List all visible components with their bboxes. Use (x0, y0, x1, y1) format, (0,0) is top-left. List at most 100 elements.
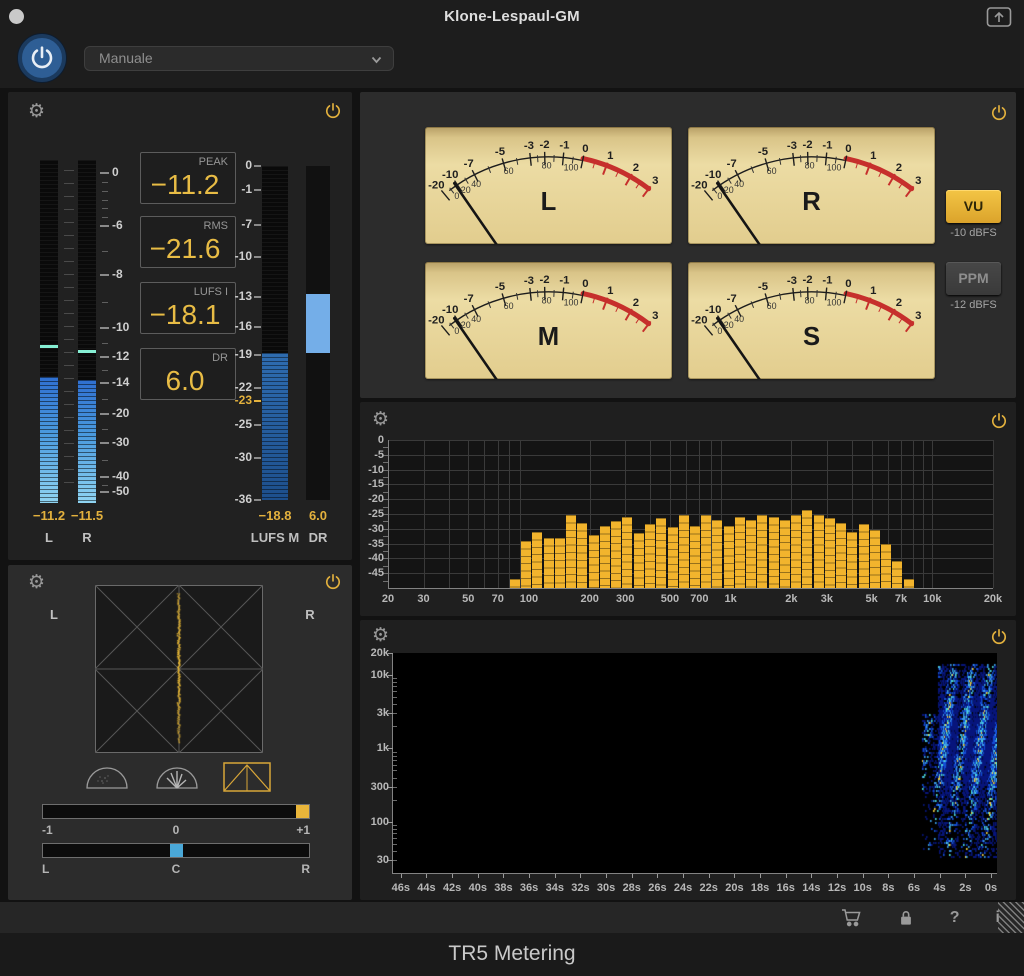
spectrogram-image (393, 653, 997, 873)
x-axis (392, 873, 997, 874)
gear-icon[interactable]: ⚙ (28, 573, 45, 592)
spectrum-bar (757, 515, 768, 588)
x-tick-label: 200 (580, 593, 599, 605)
x-tick (606, 874, 608, 878)
peak-hold-line (40, 345, 58, 349)
meter-segment-tick (64, 430, 74, 431)
svg-text:40: 40 (471, 314, 481, 324)
x-tick (554, 874, 556, 878)
section-power-icon[interactable] (990, 412, 1008, 430)
chevron-down-icon (370, 53, 383, 66)
meter-segment-tick (64, 170, 74, 171)
lufs-scale-tick (254, 400, 261, 402)
svg-text:60: 60 (504, 301, 514, 311)
x-tick (400, 874, 402, 878)
preset-dropdown[interactable]: Manuale (84, 46, 394, 71)
x-tick (708, 874, 710, 878)
gear-icon[interactable]: ⚙ (372, 626, 389, 645)
x-tick-label: 1k (724, 593, 737, 605)
spectrum-bar (532, 531, 543, 588)
goniometer-panel: ⚙ L R -1 0 +1 L C R (8, 565, 352, 900)
svg-text:-2: -2 (802, 274, 812, 286)
help-icon[interactable]: ? (950, 909, 960, 927)
spectrum-bar (813, 515, 824, 588)
svg-text:-1: -1 (559, 275, 569, 287)
gonio-left-label: L (50, 607, 58, 622)
meter-segment-tick (64, 300, 74, 301)
x-tick-label: 300 (615, 593, 635, 605)
grid-v (993, 440, 994, 588)
lufs-scale-tick (254, 256, 261, 258)
mode-button-vu[interactable]: VU (946, 190, 1001, 223)
svg-text:-2: -2 (539, 274, 549, 286)
balance-meter (42, 843, 310, 858)
mode-button-ppm[interactable]: PPM (946, 262, 1001, 295)
svg-text:-5: -5 (758, 281, 768, 293)
resize-handle[interactable] (998, 902, 1024, 933)
svg-text:3: 3 (652, 175, 658, 187)
svg-text:100: 100 (827, 297, 842, 307)
lufs-scale-label: -7 (241, 217, 252, 231)
vectorscope-box-mode[interactable] (223, 759, 271, 795)
level-meter-panel: ⚙ 0 -6 -8 -10 -12 -14 -20 -30 -40 -50 −11.2 L −11.5 R P… (8, 92, 352, 560)
x-tick (914, 874, 916, 878)
x-tick (760, 874, 762, 878)
lufs-scale-tick (254, 224, 261, 226)
cart-icon[interactable] (841, 908, 862, 927)
section-power-icon[interactable] (324, 102, 342, 120)
x-tick-label: 2k (785, 593, 798, 605)
svg-text:80: 80 (542, 296, 552, 306)
lufs-label: LUFS M (250, 530, 300, 545)
svg-text:-20: -20 (691, 179, 707, 191)
meter-segment-tick (64, 261, 74, 262)
vu-meter-M: -20 -10 -7 -5 -3 -2 -1 0 1 2 3 0 20 40 60 80 100 M (425, 262, 672, 379)
meter-fill (40, 376, 58, 503)
spectrum-bar (768, 516, 779, 588)
scale-label: -40 (112, 469, 130, 483)
meter-segment-tick (64, 378, 74, 379)
meter-channel-label: R (82, 530, 92, 545)
gear-icon[interactable]: ⚙ (28, 102, 45, 121)
spectrum-bar (847, 531, 858, 588)
window-title: Klone-Lespaul-GM (444, 8, 580, 25)
lufs-scale-label: -23 (234, 393, 252, 407)
svg-text:-20: -20 (691, 314, 707, 326)
svg-text:-2: -2 (802, 139, 812, 151)
scale-minor-tick (102, 190, 108, 192)
lock-icon[interactable] (898, 909, 914, 927)
svg-text:0: 0 (454, 191, 459, 201)
section-power-icon[interactable] (990, 628, 1008, 646)
pop-out-window-icon[interactable] (986, 6, 1012, 28)
lufs-value: −18.8 (258, 508, 292, 523)
balance-indicator (170, 844, 183, 857)
svg-text:2: 2 (896, 297, 902, 309)
spectrum-bar (746, 519, 757, 588)
x-tick (811, 874, 813, 878)
y-tick-label: -30 (368, 522, 384, 535)
gear-icon[interactable]: ⚙ (372, 410, 389, 429)
scale-minor-tick (102, 208, 108, 210)
polar-dots-mode[interactable] (83, 759, 131, 795)
spectrum-bar (824, 518, 835, 588)
power-icon (31, 46, 53, 69)
spectrum-bar (881, 543, 892, 588)
spectrum-bar (734, 516, 745, 588)
master-power-button[interactable] (18, 34, 66, 82)
spectrum-bar (588, 534, 599, 588)
polar-rays-mode[interactable] (153, 759, 201, 795)
svg-text:-10: -10 (442, 304, 458, 316)
lufs-meter-bar (262, 166, 288, 500)
section-power-icon[interactable] (324, 573, 342, 591)
lufs-fill (262, 353, 288, 500)
spectrum-bar (633, 533, 644, 588)
svg-text:100: 100 (564, 297, 579, 307)
section-power-icon[interactable] (990, 104, 1008, 122)
scale-tick (100, 225, 109, 227)
y-tick-label: -5 (374, 448, 384, 461)
svg-text:-5: -5 (758, 146, 768, 158)
svg-text:-10: -10 (442, 169, 458, 181)
x-tick (734, 874, 736, 878)
scale-minor-tick (102, 342, 108, 344)
vu-meter-panel: -20 -10 -7 -5 -3 -2 -1 0 1 2 3 0 20 40 60 80 100 L -20 -10-… (360, 92, 1016, 398)
grid-h (388, 514, 993, 515)
